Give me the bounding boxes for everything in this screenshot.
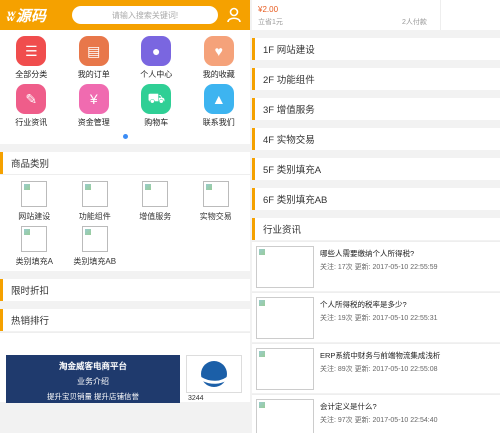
news-meta: 关注: 19次 更新: 2017-05-10 22:55:31 [320, 315, 438, 322]
left-screen: ʬ源码 请输入搜索关键词! ☰ 全部分类 ▤ 我的订单 ● 个人中心 ♥ 我的收藏 ✎ 行业资讯 ¥… [0, 0, 250, 433]
price-saving: 立省1元 [258, 19, 283, 26]
nav-item-5[interactable]: ¥ 资金管理 [63, 84, 126, 128]
floor-list: 1F 网站建设 2F 功能组件 3F 增值服务 4F 实物交易 5F 类别填充A 6F 类… [252, 38, 500, 210]
floor-item[interactable]: 3F 增值服务 [252, 98, 500, 120]
card-divider [440, 0, 441, 30]
nav-item-4[interactable]: ✎ 行业资讯 [0, 84, 63, 128]
list-icon: ☰ [16, 36, 47, 66]
category-item[interactable]: 增值服务 [125, 181, 186, 222]
news-meta: 关注: 89次 更新: 2017-05-10 22:55:08 [320, 366, 438, 373]
category-image [202, 181, 229, 207]
category-image [142, 181, 169, 207]
price: ¥2.00 [258, 5, 279, 14]
news-item[interactable]: 会计定义是什么? 关注: 97次 更新: 2017-05-10 22:54:40 [252, 394, 500, 433]
nav-item-0[interactable]: ☰ 全部分类 [0, 36, 63, 80]
product-logo-image[interactable] [186, 355, 242, 393]
news-title: ERP系统中财务与前端物流集成浅析 [320, 351, 441, 360]
category-label: 增值服务 [139, 212, 172, 221]
banner-line: 提升宝贝销量 提升店铺信誉 [46, 392, 140, 401]
nav-item-label: 联系我们 [202, 118, 235, 127]
floor-item[interactable]: 5F 类别填充A [252, 158, 500, 180]
right-screen: ¥2.00 立省1元 2人付款 1F 网站建设 2F 功能组件 3F 增值服务 4F … [252, 0, 500, 433]
category-image [21, 181, 48, 207]
floor-item[interactable]: 1F 网站建设 [252, 38, 500, 60]
yen-icon: ¥ [78, 84, 109, 114]
cart-icon: ⛟ [141, 84, 172, 114]
nav-item-label: 我的收藏 [202, 70, 235, 79]
section-title-hot-rank[interactable]: 热销排行 [0, 309, 250, 331]
user-icon[interactable] [224, 5, 244, 25]
site-logo[interactable]: ʬ源码 [6, 5, 66, 26]
product-card[interactable]: ¥2.00 立省1元 2人付款 [252, 0, 500, 30]
category-label: 网站建设 [18, 212, 51, 221]
nav-item-label: 购物车 [144, 118, 169, 127]
carousel-dot[interactable] [122, 133, 128, 139]
nav-item-1[interactable]: ▤ 我的订单 [63, 36, 126, 80]
news-item[interactable]: ERP系统中财务与前端物流集成浅析 关注: 89次 更新: 2017-05-10 … [252, 343, 500, 393]
pencil-icon: ✎ [16, 84, 47, 114]
heart-icon: ♥ [203, 36, 234, 66]
category-grid: 网站建设 功能组件 增值服务 实物交易类别填充A 类别填充AB [0, 174, 250, 271]
hot-rank-panel: 淘金威客电商平台 业务介绍 提升宝贝销量 提升店铺信誉 3244 [0, 332, 250, 403]
category-item[interactable]: 类别填充A [4, 226, 65, 267]
product-number: 3244 [188, 395, 204, 402]
nav-item-label: 我的订单 [77, 70, 110, 79]
order-icon: ▤ [78, 36, 109, 66]
nav-item-label: 行业资讯 [15, 118, 48, 127]
news-thumbnail [256, 246, 314, 288]
nav-item-label: 资金管理 [77, 118, 110, 127]
category-image [81, 226, 108, 252]
news-title: 会计定义是什么? [320, 402, 377, 411]
category-label: 类别填充AB [73, 257, 117, 266]
graduation-icon: ▲ [203, 84, 234, 114]
app-header: ʬ源码 请输入搜索关键词! [0, 0, 250, 30]
category-item[interactable]: 功能组件 [65, 181, 126, 222]
banner-subtitle: 业务介绍 [77, 377, 109, 386]
nav-item-3[interactable]: ♥ 我的收藏 [188, 36, 251, 80]
category-label: 类别填充A [15, 257, 53, 266]
floor-item[interactable]: 2F 功能组件 [252, 68, 500, 90]
search-input[interactable]: 请输入搜索关键词! [72, 6, 218, 24]
banner-title: 淘金威客电商平台 [58, 361, 127, 371]
news-thumbnail [256, 297, 314, 339]
person-icon: ● [141, 36, 172, 66]
category-image [81, 181, 108, 207]
floor-item[interactable]: 6F 类别填充AB [252, 188, 500, 210]
news-meta: 关注: 97次 更新: 2017-05-10 22:54:40 [320, 417, 438, 424]
news-title: 哪些人需要缴纳个人所得税? [320, 249, 415, 258]
news-item[interactable]: 哪些人需要缴纳个人所得税? 关注: 17次 更新: 2017-05-10 22:5… [252, 241, 500, 291]
floor-item[interactable]: 4F 实物交易 [252, 128, 500, 150]
category-label: 实物交易 [199, 212, 232, 221]
category-item[interactable]: 网站建设 [4, 181, 65, 222]
category-label: 功能组件 [78, 212, 111, 221]
promo-banner[interactable]: 淘金威客电商平台 业务介绍 提升宝贝销量 提升店铺信誉 [6, 355, 180, 403]
nav-item-7[interactable]: ▲ 联系我们 [188, 84, 251, 128]
category-item[interactable]: 实物交易 [186, 181, 247, 222]
news-title: 个人所得税的税率是多少? [320, 300, 407, 309]
section-title-news[interactable]: 行业资讯 [252, 218, 500, 240]
nav-item-6[interactable]: ⛟ 购物车 [125, 84, 188, 128]
news-thumbnail [256, 348, 314, 390]
carousel-indicator[interactable] [0, 132, 250, 140]
news-thumbnail [256, 399, 314, 433]
nav-item-label: 全部分类 [15, 70, 48, 79]
news-item[interactable]: 个人所得税的税率是多少? 关注: 19次 更新: 2017-05-10 22:55… [252, 292, 500, 342]
section-title-flash-sale[interactable]: 限时折扣 [0, 279, 250, 301]
news-list: 哪些人需要缴纳个人所得税? 关注: 17次 更新: 2017-05-10 22:5… [252, 241, 500, 433]
category-image [21, 226, 48, 252]
paid-count: 2人付款 [402, 19, 427, 26]
nav-item-2[interactable]: ● 个人中心 [125, 36, 188, 80]
section-title-categories: 商品类别 [0, 152, 250, 174]
news-meta: 关注: 17次 更新: 2017-05-10 22:55:59 [320, 264, 438, 271]
quick-nav: ☰ 全部分类 ▤ 我的订单 ● 个人中心 ♥ 我的收藏 ✎ 行业资讯 ¥ 资金管理 ⛟ 购物车 ▲ 联系我们 [0, 30, 250, 144]
nav-item-label: 个人中心 [140, 70, 173, 79]
category-item[interactable]: 类别填充AB [65, 226, 126, 267]
